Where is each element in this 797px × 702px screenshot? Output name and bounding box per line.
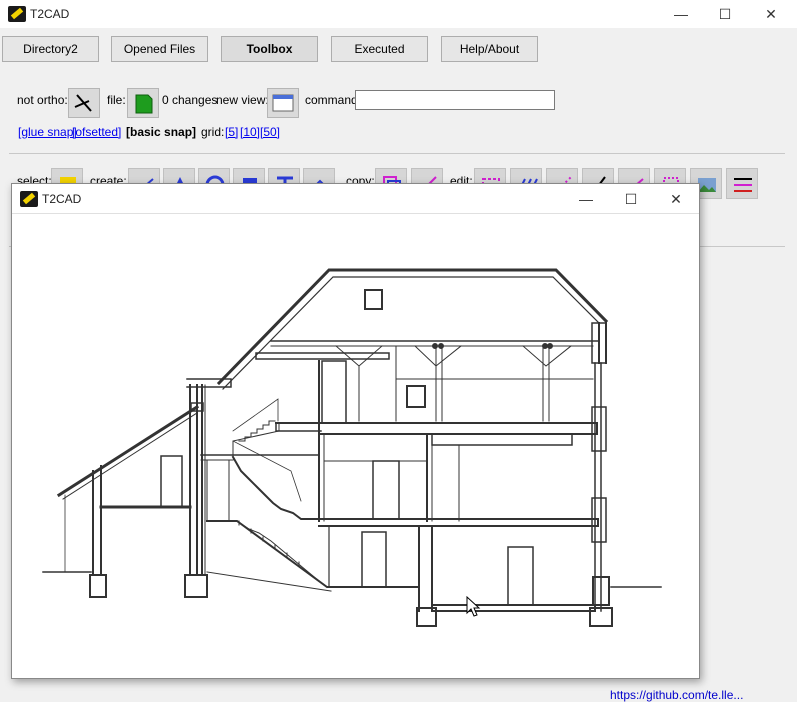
changes-count: 0 changes	[162, 93, 218, 107]
basic-snap-label: [basic snap]	[126, 125, 197, 139]
grid-5-link[interactable]: [5]	[225, 125, 238, 139]
app-logo-icon	[8, 6, 26, 22]
ofsetted-link[interactable]: [ofsetted]	[72, 125, 121, 139]
lower-door	[361, 531, 387, 588]
tab-directory2[interactable]: Directory2	[2, 36, 99, 62]
ground-line	[42, 571, 662, 592]
tab-help-about[interactable]: Help/About	[441, 36, 538, 62]
window-icon	[272, 94, 294, 112]
command-input[interactable]	[355, 90, 555, 110]
ortho-label: not ortho:	[17, 93, 68, 107]
right-exterior-wall	[591, 320, 607, 612]
divider	[9, 153, 785, 154]
staircase	[206, 398, 420, 588]
attic-window	[406, 385, 426, 408]
minimize-button[interactable]: —	[658, 0, 704, 28]
glue-snap-link[interactable]: [glue snap]	[18, 125, 77, 139]
drawing-maximize-button[interactable]: ☐	[608, 184, 654, 214]
background-link-text[interactable]: https://github.com/te.lle...	[610, 688, 743, 702]
drawing-minimize-button[interactable]: —	[563, 184, 609, 214]
file-label: file:	[107, 93, 126, 107]
interior-walls	[318, 360, 460, 522]
main-window-title: T2CAD	[30, 7, 70, 21]
grid-10-link[interactable]: [10]	[240, 125, 260, 139]
file-icon	[135, 94, 153, 114]
upper-door	[321, 360, 347, 424]
main-roof	[216, 268, 609, 390]
tab-executed[interactable]: Executed	[331, 36, 428, 62]
layers-tool-button[interactable]	[726, 168, 758, 199]
drawing-window-titlebar[interactable]: T2CAD — ☐ ✕	[12, 184, 699, 214]
maximize-button[interactable]: ☐	[702, 0, 748, 28]
lower-walls	[328, 525, 420, 588]
layers-icon	[734, 178, 752, 192]
grid-50-link[interactable]: [50]	[260, 125, 280, 139]
new-view-label: new view:	[216, 93, 269, 107]
left-walls	[186, 378, 320, 576]
lean-to-roof	[56, 404, 200, 500]
mezzanine-beam	[255, 352, 390, 360]
attic-trusses	[335, 343, 594, 422]
tab-opened-files[interactable]: Opened Files	[111, 36, 208, 62]
roof-window	[364, 289, 383, 310]
drawing-view-window: T2CAD — ☐ ✕	[11, 183, 700, 679]
main-titlebar: T2CAD — ☐ ✕	[0, 0, 797, 28]
command-label: command:	[305, 93, 362, 107]
ortho-toggle-button[interactable]	[68, 88, 100, 118]
close-button[interactable]: ✕	[748, 0, 794, 28]
grid-label: grid:	[201, 125, 225, 139]
drawing-close-button[interactable]: ✕	[653, 184, 699, 214]
mouse-cursor-icon	[466, 596, 481, 617]
middle-window	[372, 460, 400, 520]
basement	[418, 525, 596, 612]
tab-toolbox[interactable]: Toolbox	[221, 36, 318, 62]
ortho-icon	[74, 94, 92, 112]
lean-to-interior	[64, 455, 192, 576]
drawing-window-title: T2CAD	[42, 192, 82, 206]
file-button[interactable]	[127, 88, 159, 118]
new-view-button[interactable]	[267, 88, 299, 118]
drawing-canvas[interactable]	[12, 215, 699, 678]
app-logo-icon	[20, 191, 38, 207]
